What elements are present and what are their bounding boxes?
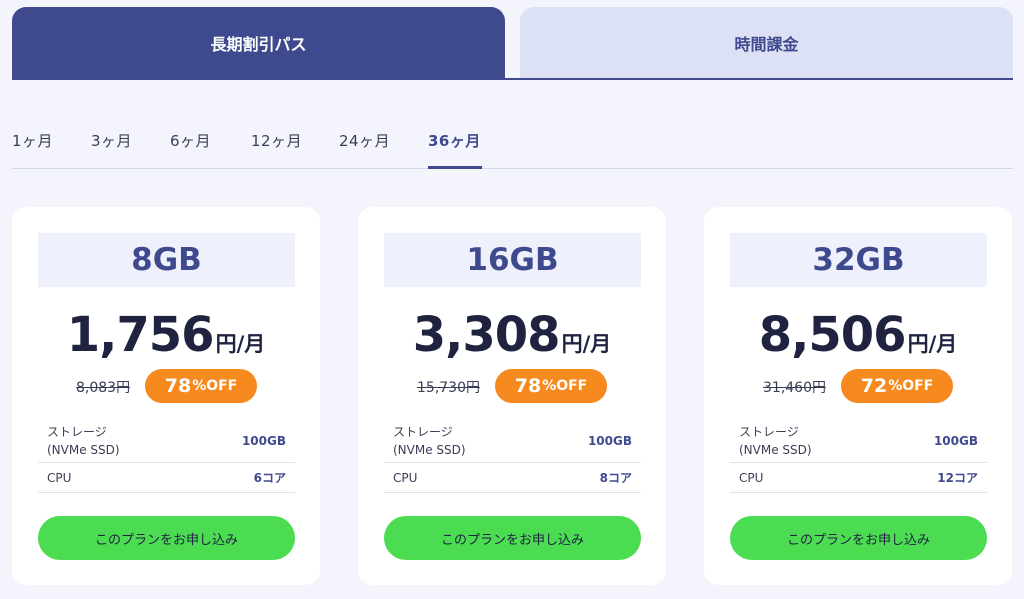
spec-row-cpu: CPU 6コア — [38, 463, 295, 493]
discount-badge: 78 %OFF — [495, 369, 607, 403]
plan-memory-title: 8GB — [38, 233, 295, 287]
discount-badge: 78 %OFF — [145, 369, 257, 403]
storage-label-main: ストレージ — [47, 424, 107, 439]
storage-label: ストレージ (NVMe SSD) — [47, 423, 120, 459]
original-price: 8,083円 — [76, 380, 131, 396]
monthly-price: 3,308 — [412, 307, 561, 363]
plan-type-tabs: 長期割引パス 時間課金 — [12, 7, 1013, 80]
spec-row-cpu: CPU 8コア — [384, 463, 641, 493]
storage-label-sub: (NVMe SSD) — [739, 442, 812, 457]
spec-row-storage: ストレージ (NVMe SSD) 100GB — [730, 419, 987, 463]
storage-label-main: ストレージ — [393, 424, 453, 439]
discount-percent: 78 — [514, 375, 542, 397]
spec-table: ストレージ (NVMe SSD) 100GB CPU 8コア — [384, 419, 641, 493]
discount-off-label: %OFF — [542, 378, 588, 394]
storage-value: 100GB — [587, 433, 632, 448]
spec-row-cpu: CPU 12コア — [730, 463, 987, 493]
tab-duration-12-months[interactable]: 12ヶ月 — [251, 130, 302, 151]
spec-row-storage: ストレージ (NVMe SSD) 100GB — [38, 419, 295, 463]
discount-percent: 72 — [860, 375, 888, 397]
discount-badge: 72 %OFF — [841, 369, 953, 403]
discount-off-label: %OFF — [888, 378, 934, 394]
discount-off-label: %OFF — [192, 378, 238, 394]
cpu-label: CPU — [739, 470, 764, 485]
spec-table: ストレージ (NVMe SSD) 100GB CPU 6コア — [38, 419, 295, 493]
price-unit: 円/月 — [215, 332, 266, 356]
cpu-label: CPU — [393, 470, 418, 485]
monthly-price: 1,756 — [66, 307, 215, 363]
plan-card-16gb: 16GB 3,308 円/月 15,730円 78 %OFF ストレージ (NVM… — [358, 207, 666, 585]
apply-plan-button[interactable]: このプランをお申し込み — [38, 516, 295, 560]
duration-tabs: 1ヶ月 3ヶ月 6ヶ月 12ヶ月 24ヶ月 36ヶ月 — [12, 124, 1013, 170]
plan-tabs-underline — [12, 78, 1013, 80]
cpu-label: CPU — [47, 470, 72, 485]
duration-tabs-divider — [12, 168, 1013, 169]
plan-memory-title: 32GB — [730, 233, 987, 287]
plan-card-8gb: 8GB 1,756 円/月 8,083円 78 %OFF ストレージ (NVMe … — [12, 207, 320, 585]
storage-label-sub: (NVMe SSD) — [47, 442, 120, 457]
price-unit: 円/月 — [907, 332, 958, 356]
storage-label-main: ストレージ — [739, 424, 799, 439]
price-row: 8,506 円/月 — [704, 307, 1012, 363]
original-price: 15,730円 — [417, 380, 480, 396]
cpu-value: 12コア — [937, 471, 978, 485]
cpu-value: 8コア — [599, 471, 632, 485]
spec-row-storage: ストレージ (NVMe SSD) 100GB — [384, 419, 641, 463]
plan-card-32gb: 32GB 8,506 円/月 31,460円 72 %OFF ストレージ (NVM… — [704, 207, 1012, 585]
storage-label: ストレージ (NVMe SSD) — [739, 423, 812, 459]
tab-duration-24-months[interactable]: 24ヶ月 — [339, 130, 390, 151]
storage-value: 100GB — [241, 433, 286, 448]
tab-hourly-billing[interactable]: 時間課金 — [520, 7, 1013, 79]
tab-duration-36-months[interactable]: 36ヶ月 — [428, 130, 481, 151]
price-unit: 円/月 — [561, 332, 612, 356]
storage-label: ストレージ (NVMe SSD) — [393, 423, 466, 459]
price-row: 1,756 円/月 — [12, 307, 320, 363]
tab-duration-3-months[interactable]: 3ヶ月 — [91, 130, 132, 151]
apply-plan-button[interactable]: このプランをお申し込み — [730, 516, 987, 560]
plan-memory-title: 16GB — [384, 233, 641, 287]
discount-percent: 78 — [164, 375, 192, 397]
storage-value: 100GB — [933, 433, 978, 448]
tab-duration-1-month[interactable]: 1ヶ月 — [12, 130, 53, 151]
monthly-price: 8,506 — [758, 307, 907, 363]
duration-active-indicator — [428, 166, 482, 169]
tab-duration-6-months[interactable]: 6ヶ月 — [170, 130, 211, 151]
storage-label-sub: (NVMe SSD) — [393, 442, 466, 457]
original-price: 31,460円 — [763, 380, 826, 396]
cpu-value: 6コア — [253, 471, 286, 485]
price-row: 3,308 円/月 — [358, 307, 666, 363]
spec-table: ストレージ (NVMe SSD) 100GB CPU 12コア — [730, 419, 987, 493]
apply-plan-button[interactable]: このプランをお申し込み — [384, 516, 641, 560]
tab-long-term-pass[interactable]: 長期割引パス — [12, 7, 505, 79]
